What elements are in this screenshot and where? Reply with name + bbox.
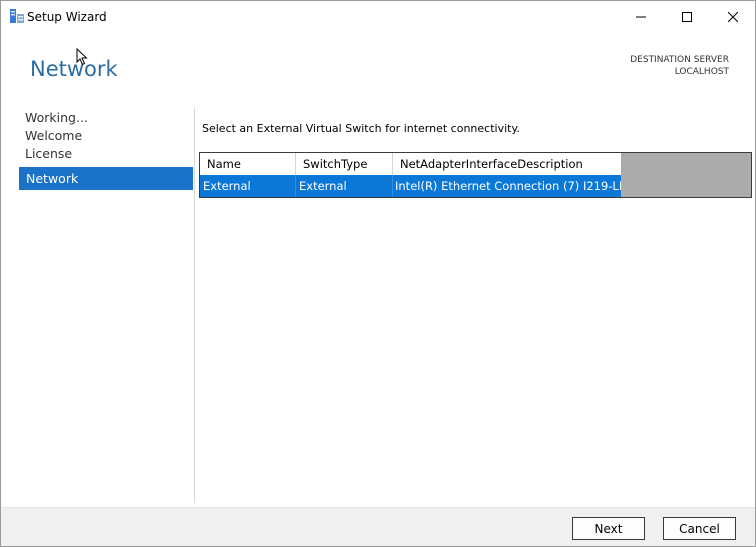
page-title: Network [30,57,118,81]
virtual-switch-table[interactable]: Name SwitchType NetAdapterInterfaceDescr… [199,152,752,198]
sidebar-item-working[interactable]: Working... [19,109,193,127]
minimize-button[interactable] [618,1,664,32]
maximize-icon [682,11,692,22]
footer-bar: Next Cancel [1,507,755,546]
destination-server-value: LOCALHOST [674,67,729,77]
sidebar-item-welcome[interactable]: Welcome [19,127,193,145]
wizard-steps-nav: Working... Welcome License Network [19,109,193,190]
close-button[interactable] [710,1,756,32]
mouse-pointer-icon [76,48,88,66]
title-bar[interactable]: Setup Wizard [1,1,755,32]
next-button[interactable]: Next [572,517,645,540]
table-header: Name SwitchType NetAdapterInterfaceDescr… [200,153,621,175]
maximize-button[interactable] [664,1,710,32]
sidebar-item-license[interactable]: License [19,145,193,163]
table-cell-netadapter: Intel(R) Ethernet Connection (7) I219-LM [395,179,621,193]
destination-server-caption: DESTINATION SERVER [630,55,729,65]
table-cell-name: External [200,175,296,197]
column-header-switchtype[interactable]: SwitchType [296,153,393,175]
column-header-name[interactable]: Name [200,153,296,175]
table-row[interactable]: External External Intel(R) Ethernet Conn… [200,175,621,197]
instruction-text: Select an External Virtual Switch for in… [202,122,520,135]
vertical-divider [194,107,195,503]
close-icon [728,11,738,22]
column-header-netadapter[interactable]: NetAdapterInterfaceDescription [393,153,621,175]
setup-wizard-window: Setup Wizard Network DESTINATION SERVER … [0,0,756,547]
destination-server-label: DESTINATION SERVER LOCALHOST [630,54,729,78]
server-app-icon [9,8,25,24]
minimize-icon [636,16,646,17]
sidebar-item-network[interactable]: Network [19,167,193,190]
table-cell-switchtype: External [296,175,393,197]
cancel-button[interactable]: Cancel [663,517,736,540]
window-title: Setup Wizard [27,10,107,24]
